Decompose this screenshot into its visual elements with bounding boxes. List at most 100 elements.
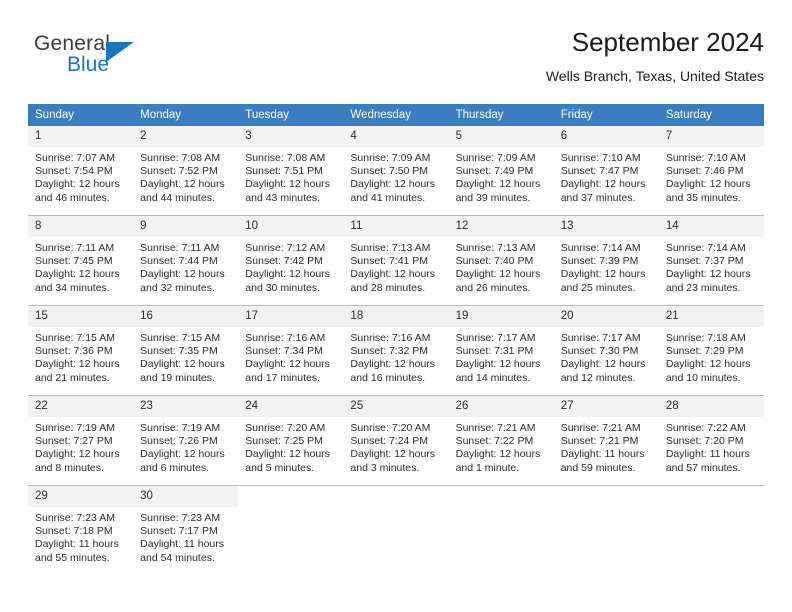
day-cell[interactable]: 17 Sunrise: 7:16 AM Sunset: 7:34 PM Dayligh…	[238, 305, 344, 396]
day-cell[interactable]: 13 Sunrise: 7:14 AM Sunset: 7:39 PM Dayligh…	[553, 215, 659, 306]
daylight-text-line1: Daylight: 12 hours	[560, 178, 646, 191]
sunset-text: Sunset: 7:40 PM	[455, 255, 534, 268]
daylight-text-line2: and 6 minutes.	[140, 461, 210, 474]
day-cell[interactable]: 11 Sunrise: 7:13 AM Sunset: 7:41 PM Dayligh…	[343, 215, 449, 306]
day-details: Sunrise: 7:11 AM Sunset: 7:45 PM Daylight:…	[28, 237, 133, 295]
day-number: 22	[28, 396, 134, 417]
daylight-text-line1: Daylight: 12 hours	[455, 178, 541, 191]
sunrise-text: Sunrise: 7:19 AM	[140, 422, 221, 434]
day-cell[interactable]: 2 Sunrise: 7:08 AM Sunset: 7:52 PM Daylight…	[133, 126, 239, 216]
daylight-text-line2: and 30 minutes.	[245, 281, 320, 294]
day-cell[interactable]: 15 Sunrise: 7:15 AM Sunset: 7:36 PM Dayligh…	[28, 305, 134, 396]
daylight-text-line2: and 26 minutes.	[455, 281, 531, 294]
day-number: 18	[343, 306, 449, 327]
day-cell-empty	[658, 485, 764, 575]
weekday-header-saturday: Saturday	[658, 104, 764, 126]
daylight-text-line1: Daylight: 12 hours	[35, 448, 120, 461]
calendar-body: 1 Sunrise: 7:07 AM Sunset: 7:54 PM Daylight…	[28, 126, 764, 575]
sunset-text: Sunset: 7:47 PM	[560, 165, 639, 178]
sunrise-text: Sunrise: 7:10 AM	[665, 152, 746, 164]
day-cell[interactable]: 20 Sunrise: 7:17 AM Sunset: 7:30 PM Dayligh…	[553, 305, 659, 396]
daylight-text-line1: Daylight: 12 hours	[350, 268, 436, 281]
daylight-text-line2: and 14 minutes.	[455, 371, 531, 384]
sunrise-text: Sunrise: 7:12 AM	[245, 242, 326, 254]
day-details: Sunrise: 7:12 AM Sunset: 7:42 PM Daylight:…	[238, 237, 343, 295]
sunrise-text: Sunrise: 7:19 AM	[35, 422, 115, 434]
day-cell[interactable]: 7 Sunrise: 7:10 AM Sunset: 7:46 PM Daylight…	[658, 126, 764, 216]
day-cell[interactable]: 5 Sunrise: 7:09 AM Sunset: 7:49 PM Daylight…	[448, 126, 554, 216]
day-cell[interactable]: 27 Sunrise: 7:21 AM Sunset: 7:21 PM Dayligh…	[553, 395, 659, 486]
sunrise-text: Sunrise: 7:16 AM	[350, 332, 431, 344]
daylight-text-line1: Daylight: 12 hours	[140, 268, 225, 281]
day-details: Sunrise: 7:23 AM Sunset: 7:17 PM Daylight:…	[133, 507, 238, 565]
day-cell[interactable]: 26 Sunrise: 7:21 AM Sunset: 7:22 PM Dayligh…	[448, 395, 554, 486]
sunrise-text: Sunrise: 7:23 AM	[35, 512, 115, 524]
daylight-text-line1: Daylight: 12 hours	[665, 268, 751, 281]
day-cell[interactable]: 14 Sunrise: 7:14 AM Sunset: 7:37 PM Dayligh…	[658, 215, 764, 306]
day-cell[interactable]: 4 Sunrise: 7:09 AM Sunset: 7:50 PM Daylight…	[343, 126, 449, 216]
day-cell[interactable]: 1 Sunrise: 7:07 AM Sunset: 7:54 PM Daylight…	[28, 126, 134, 216]
day-details: Sunrise: 7:07 AM Sunset: 7:54 PM Daylight:…	[28, 147, 133, 205]
day-details: Sunrise: 7:17 AM Sunset: 7:31 PM Daylight:…	[449, 327, 554, 385]
day-number: 26	[448, 396, 554, 417]
day-number	[658, 486, 764, 494]
day-cell[interactable]: 23 Sunrise: 7:19 AM Sunset: 7:26 PM Dayligh…	[133, 395, 239, 486]
day-cell[interactable]: 12 Sunrise: 7:13 AM Sunset: 7:40 PM Dayligh…	[448, 215, 554, 306]
day-number: 29	[28, 486, 134, 507]
sunset-text: Sunset: 7:46 PM	[665, 165, 744, 178]
day-cell[interactable]: 29 Sunrise: 7:23 AM Sunset: 7:18 PM Dayligh…	[28, 485, 134, 575]
daylight-text-line1: Daylight: 12 hours	[245, 448, 330, 461]
day-cell[interactable]: 18 Sunrise: 7:16 AM Sunset: 7:32 PM Dayligh…	[343, 305, 449, 396]
day-number: 28	[658, 396, 764, 417]
daylight-text-line2: and 23 minutes.	[665, 281, 741, 294]
weekday-header-thursday: Thursday	[448, 104, 554, 126]
daylight-text-line1: Daylight: 12 hours	[455, 268, 541, 281]
calendar-week-row: 29 Sunrise: 7:23 AM Sunset: 7:18 PM Dayligh…	[28, 485, 764, 575]
sunrise-text: Sunrise: 7:16 AM	[245, 332, 326, 344]
sunrise-text: Sunrise: 7:13 AM	[350, 242, 431, 254]
day-details: Sunrise: 7:15 AM Sunset: 7:36 PM Daylight:…	[28, 327, 133, 385]
sunrise-text: Sunrise: 7:17 AM	[560, 332, 641, 344]
calendar-header-row: Sunday Monday Tuesday Wednesday Thursday…	[28, 104, 764, 126]
sunrise-text: Sunrise: 7:09 AM	[455, 152, 536, 164]
sunset-text: Sunset: 7:18 PM	[35, 525, 113, 538]
daylight-text-line2: and 39 minutes.	[455, 191, 531, 204]
day-details: Sunrise: 7:15 AM Sunset: 7:35 PM Daylight:…	[133, 327, 238, 385]
day-cell[interactable]: 19 Sunrise: 7:17 AM Sunset: 7:31 PM Dayligh…	[448, 305, 554, 396]
day-cell[interactable]: 28 Sunrise: 7:22 AM Sunset: 7:20 PM Dayligh…	[658, 395, 764, 486]
triangle-icon	[106, 42, 134, 62]
day-details: Sunrise: 7:20 AM Sunset: 7:25 PM Daylight:…	[238, 417, 343, 475]
day-number	[343, 486, 449, 494]
sunrise-text: Sunrise: 7:18 AM	[665, 332, 746, 344]
sunset-text: Sunset: 7:21 PM	[560, 435, 639, 448]
day-number: 8	[28, 216, 134, 237]
day-cell[interactable]: 30 Sunrise: 7:23 AM Sunset: 7:17 PM Dayligh…	[133, 485, 239, 575]
page-title: September 2024	[571, 27, 764, 57]
day-cell[interactable]: 3 Sunrise: 7:08 AM Sunset: 7:51 PM Daylight…	[238, 126, 344, 216]
sunrise-text: Sunrise: 7:07 AM	[35, 152, 115, 164]
day-cell[interactable]: 10 Sunrise: 7:12 AM Sunset: 7:42 PM Dayligh…	[238, 215, 344, 306]
day-cell[interactable]: 8 Sunrise: 7:11 AM Sunset: 7:45 PM Daylight…	[28, 215, 134, 306]
day-cell[interactable]: 6 Sunrise: 7:10 AM Sunset: 7:47 PM Daylight…	[553, 126, 659, 216]
sunrise-text: Sunrise: 7:11 AM	[140, 242, 220, 254]
day-cell[interactable]: 22 Sunrise: 7:19 AM Sunset: 7:27 PM Dayligh…	[28, 395, 134, 486]
day-cell[interactable]: 16 Sunrise: 7:15 AM Sunset: 7:35 PM Dayligh…	[133, 305, 239, 396]
day-cell[interactable]: 9 Sunrise: 7:11 AM Sunset: 7:44 PM Daylight…	[133, 215, 239, 306]
page-subtitle: Wells Branch, Texas, United States	[545, 68, 764, 84]
sunrise-text: Sunrise: 7:13 AM	[455, 242, 536, 254]
daylight-text-line2: and 43 minutes.	[245, 191, 320, 204]
day-details: Sunrise: 7:16 AM Sunset: 7:34 PM Daylight:…	[238, 327, 343, 385]
day-number: 30	[133, 486, 239, 507]
general-blue-logo[interactable]: General Blue	[34, 32, 204, 84]
daylight-text-line2: and 35 minutes.	[665, 191, 741, 204]
sunset-text: Sunset: 7:24 PM	[350, 435, 429, 448]
sunset-text: Sunset: 7:42 PM	[245, 255, 323, 268]
day-cell[interactable]: 25 Sunrise: 7:20 AM Sunset: 7:24 PM Dayligh…	[343, 395, 449, 486]
day-cell[interactable]: 24 Sunrise: 7:20 AM Sunset: 7:25 PM Dayligh…	[238, 395, 344, 486]
daylight-text-line2: and 8 minutes.	[35, 461, 104, 474]
day-cell[interactable]: 21 Sunrise: 7:18 AM Sunset: 7:29 PM Dayligh…	[658, 305, 764, 396]
day-details: Sunrise: 7:18 AM Sunset: 7:29 PM Daylight:…	[659, 327, 764, 385]
sunset-text: Sunset: 7:37 PM	[665, 255, 744, 268]
daylight-text-line2: and 44 minutes.	[140, 191, 215, 204]
calendar-week-row: 22 Sunrise: 7:19 AM Sunset: 7:27 PM Dayligh…	[28, 395, 764, 486]
